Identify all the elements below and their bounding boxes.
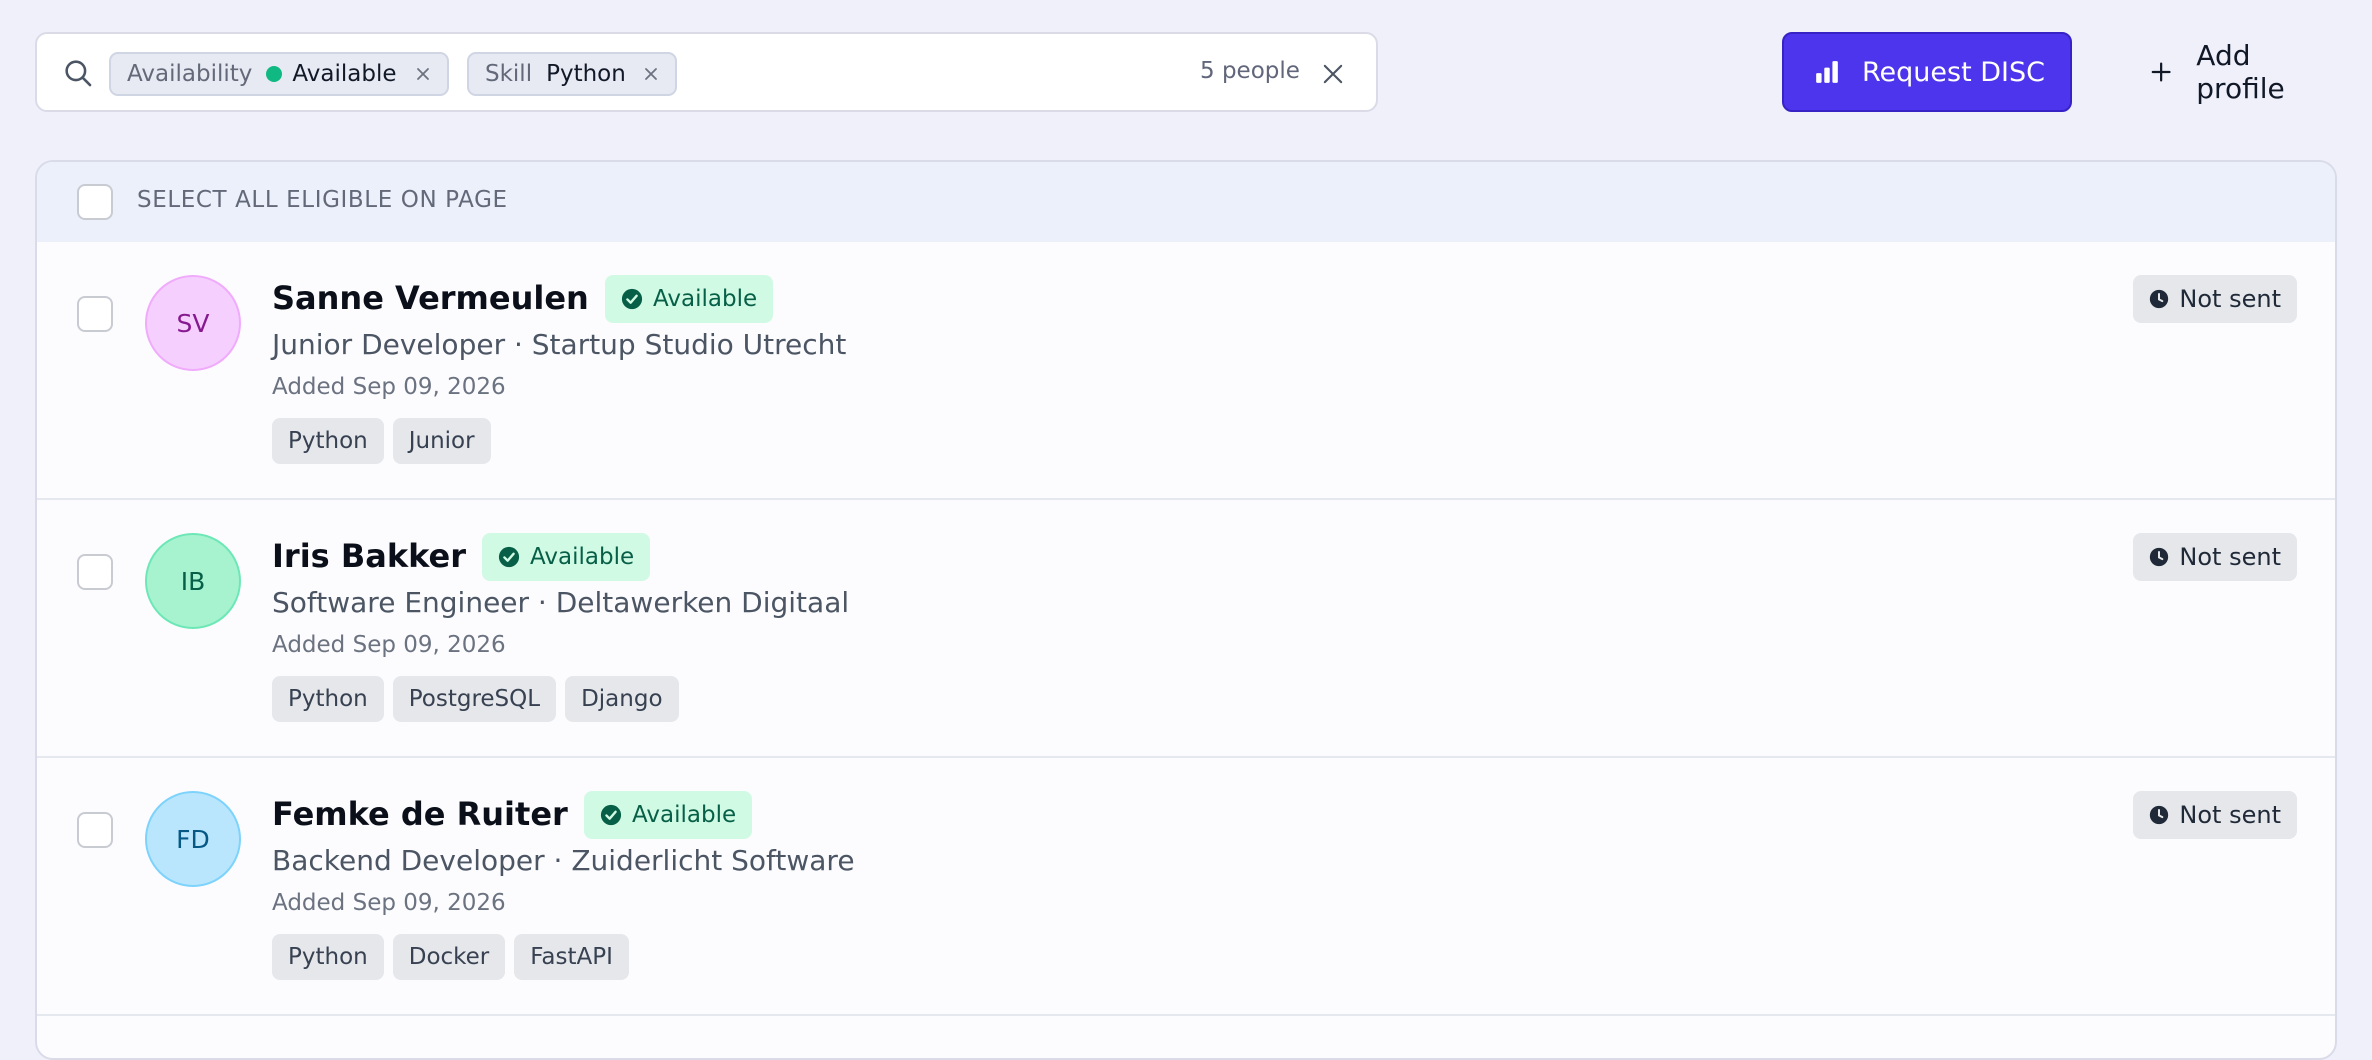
skill-tags: Python PostgreSQL Django bbox=[272, 676, 679, 722]
skill-tag: FastAPI bbox=[514, 934, 629, 980]
available-dot-icon bbox=[266, 66, 283, 82]
status-label: Available bbox=[632, 802, 737, 828]
person-name[interactable]: Iris Bakker bbox=[272, 537, 466, 575]
filter-chip-key: Availability bbox=[127, 61, 253, 87]
status-badge: Available bbox=[584, 791, 753, 839]
person-role-company: Backend Developer · Zuiderlicht Software bbox=[272, 844, 855, 877]
filter-chip-value: Python bbox=[546, 61, 626, 87]
person-role-company: Junior Developer · Startup Studio Utrech… bbox=[272, 328, 847, 361]
toolbar: Availability Available Skill Python 5 pe… bbox=[35, 32, 2337, 112]
people-list: SELECT ALL ELIGIBLE ON PAGE SV Sanne Ver… bbox=[35, 160, 2337, 1060]
status-label: Available bbox=[653, 286, 758, 312]
row-checkbox[interactable] bbox=[77, 812, 113, 848]
person-role-company: Software Engineer · Deltawerken Digitaal bbox=[272, 586, 850, 619]
remove-filter-icon[interactable] bbox=[413, 64, 433, 84]
filter-chip-value: Available bbox=[292, 61, 397, 87]
disc-status-badge: Not sent bbox=[2133, 791, 2297, 839]
clock-icon bbox=[2150, 547, 2169, 567]
avatar: IB bbox=[145, 533, 241, 629]
select-all-checkbox[interactable] bbox=[77, 184, 113, 220]
status-badge: Available bbox=[482, 533, 651, 581]
person-name[interactable]: Femke de Ruiter bbox=[272, 795, 568, 833]
filter-chip-key: Skill bbox=[485, 61, 533, 87]
skill-tag: Python bbox=[272, 676, 384, 722]
clock-icon bbox=[2150, 289, 2169, 309]
skill-tag: Django bbox=[565, 676, 679, 722]
avatar-initials: FD bbox=[176, 824, 210, 854]
skill-tags: Python Junior bbox=[272, 418, 491, 464]
disc-status-label: Not sent bbox=[2179, 285, 2281, 313]
avatar: FD bbox=[145, 791, 241, 887]
added-date: Added Sep 09, 2026 bbox=[272, 632, 506, 658]
disc-status-label: Not sent bbox=[2179, 543, 2281, 571]
person-row[interactable]: SV Sanne Vermeulen Available Junior Deve… bbox=[37, 242, 2335, 500]
status-label: Available bbox=[530, 544, 635, 570]
status-badge: Available bbox=[605, 275, 774, 323]
avatar-initials: SV bbox=[176, 308, 210, 338]
check-circle-icon bbox=[621, 288, 643, 310]
skill-tag: Python bbox=[272, 934, 384, 980]
add-profile-label: Add profile bbox=[2196, 39, 2285, 105]
skill-tag: Junior bbox=[392, 418, 491, 464]
added-date: Added Sep 09, 2026 bbox=[272, 890, 506, 916]
search-icon bbox=[65, 60, 92, 87]
avatar: SV bbox=[145, 275, 241, 371]
clock-icon bbox=[2150, 805, 2169, 825]
person-row[interactable]: IB Iris Bakker Available Software Engine… bbox=[37, 500, 2335, 758]
skill-tag: Docker bbox=[392, 934, 506, 980]
request-disc-label: Request DISC bbox=[1862, 56, 2046, 88]
disc-status-label: Not sent bbox=[2179, 801, 2281, 829]
check-circle-icon bbox=[600, 804, 622, 826]
remove-filter-icon[interactable] bbox=[641, 64, 661, 84]
filter-chip-skill[interactable]: Skill Python bbox=[467, 52, 677, 96]
person-row[interactable]: FD Femke de Ruiter Available Backend Dev… bbox=[37, 758, 2335, 1016]
check-circle-icon bbox=[498, 546, 520, 568]
person-name[interactable]: Sanne Vermeulen bbox=[272, 279, 589, 317]
disc-status-badge: Not sent bbox=[2133, 533, 2297, 581]
row-checkbox[interactable] bbox=[77, 296, 113, 332]
filter-chip-availability[interactable]: Availability Available bbox=[109, 52, 449, 96]
plus-icon bbox=[2151, 62, 2171, 82]
skill-tag: Python bbox=[272, 418, 384, 464]
disc-status-badge: Not sent bbox=[2133, 275, 2297, 323]
row-checkbox[interactable] bbox=[77, 554, 113, 590]
request-disc-button[interactable]: Request DISC bbox=[1782, 32, 2072, 112]
select-all-label: SELECT ALL ELIGIBLE ON PAGE bbox=[137, 187, 508, 213]
search-filter-bar[interactable]: Availability Available Skill Python 5 pe… bbox=[35, 32, 1378, 112]
list-header: SELECT ALL ELIGIBLE ON PAGE bbox=[37, 162, 2335, 242]
add-profile-button[interactable]: Add profile bbox=[2115, 32, 2337, 112]
result-count: 5 people bbox=[1200, 58, 1300, 84]
clear-filters-icon[interactable] bbox=[1319, 60, 1347, 88]
skill-tag: PostgreSQL bbox=[392, 676, 557, 722]
added-date: Added Sep 09, 2026 bbox=[272, 374, 506, 400]
bar-chart-icon bbox=[1816, 61, 1838, 83]
avatar-initials: IB bbox=[180, 566, 206, 596]
skill-tags: Python Docker FastAPI bbox=[272, 934, 629, 980]
